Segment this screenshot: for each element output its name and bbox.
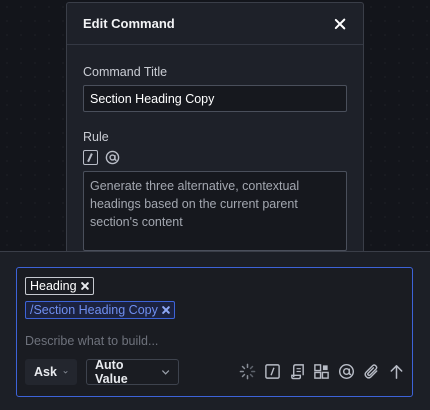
- send-arrow-icon[interactable]: [388, 363, 405, 380]
- scroll-icon[interactable]: [289, 363, 306, 380]
- rule-label: Rule: [83, 130, 109, 144]
- modal-title: Edit Command: [83, 16, 175, 31]
- rule-textarea[interactable]: Generate three alternative, contextual h…: [83, 171, 347, 251]
- command-title-label: Command Title: [83, 65, 168, 79]
- at-mention-icon[interactable]: [338, 363, 355, 380]
- modal-body: Command Title Rule Generate three altern…: [67, 65, 363, 251]
- chevron-down-icon: [161, 370, 170, 375]
- command-title-input[interactable]: [83, 85, 347, 112]
- at-mention-icon[interactable]: [105, 150, 120, 165]
- chip-remove-icon[interactable]: [81, 282, 89, 290]
- composer-panel: Heading /Section Heading Copy Ask Auto V…: [0, 251, 430, 410]
- close-icon[interactable]: [333, 17, 347, 31]
- edit-command-modal: Edit Command Command Title Rule Generate…: [66, 2, 364, 262]
- chevron-down-icon: [63, 371, 68, 374]
- prompt-input[interactable]: [25, 332, 325, 350]
- mode-select-value: Ask: [34, 365, 57, 379]
- value-select-value: Auto Value: [95, 358, 128, 386]
- slash-command-icon[interactable]: [264, 363, 281, 380]
- spinner-icon: [239, 363, 256, 380]
- chip-label: Heading: [30, 279, 77, 293]
- context-chip-heading[interactable]: Heading: [25, 277, 94, 295]
- slash-command-icon[interactable]: [83, 150, 98, 165]
- blocks-icon[interactable]: [313, 363, 330, 380]
- rule-toolbar: [83, 150, 347, 165]
- composer-toolbar: Ask Auto Value: [25, 358, 407, 386]
- mode-select[interactable]: Ask: [25, 359, 77, 385]
- composer-box: Heading /Section Heading Copy Ask Auto V…: [16, 267, 413, 397]
- modal-header: Edit Command: [67, 3, 363, 45]
- value-select[interactable]: Auto Value: [86, 358, 179, 386]
- chip-remove-icon[interactable]: [162, 306, 170, 314]
- chip-label: /Section Heading Copy: [30, 303, 158, 317]
- context-chip-command[interactable]: /Section Heading Copy: [25, 301, 175, 319]
- attach-icon[interactable]: [363, 363, 380, 380]
